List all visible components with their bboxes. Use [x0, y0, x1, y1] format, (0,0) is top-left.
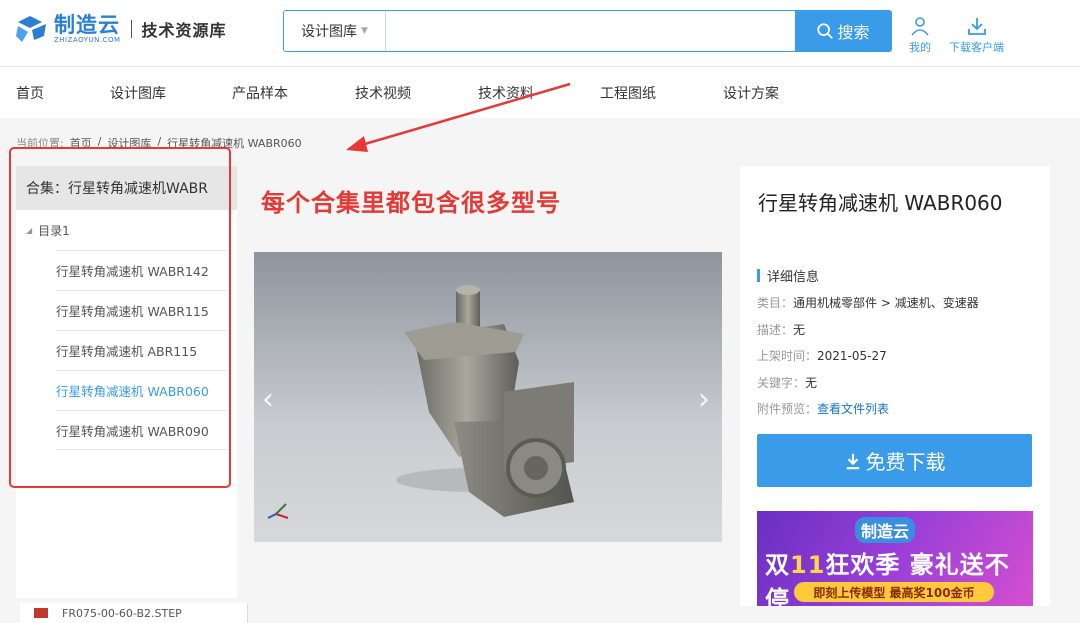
- section-bar: [757, 269, 760, 282]
- detail-section-label: 详细信息: [767, 270, 820, 285]
- download-icon: [967, 18, 986, 35]
- search-bar: 设计图库 ▼ 搜索: [283, 10, 892, 52]
- file-icon: [34, 608, 48, 618]
- keyword-row: 关键字：无: [757, 374, 817, 391]
- site-header: 制造云 ZHIZAOYUN.COM 技术资源库 设计图库 ▼ 搜索 我的 下载客…: [0, 0, 1080, 66]
- nav-item-drawings[interactable]: 工程图纸: [600, 83, 656, 103]
- view-file-list-link[interactable]: 查看文件列表: [817, 402, 889, 416]
- search-category-label: 设计图库: [301, 24, 358, 40]
- description-row: 描述：无: [757, 321, 805, 338]
- search-button-label: 搜索: [837, 23, 870, 42]
- attachment-row: 附件预览：查看文件列表: [757, 400, 889, 417]
- annotation-highlight-box: [9, 147, 231, 488]
- file-list-item[interactable]: FR075-00-60-B2.STEP: [20, 603, 248, 623]
- annotation-arrow-icon: [346, 82, 571, 152]
- category-label: 类目：: [757, 296, 794, 310]
- site-logo[interactable]: 制造云 ZHIZAOYUN.COM 技术资源库: [14, 12, 227, 46]
- date-value: 2021-05-27: [817, 349, 887, 363]
- logo-domain: ZHIZAOYUN.COM: [54, 35, 121, 44]
- product-title: 行星转角减速机 WABR060: [758, 191, 1003, 215]
- gearbox-model-image: [267, 285, 574, 519]
- date-label: 上架时间：: [757, 349, 818, 363]
- annotation-text: 每个合集里都包含很多型号: [261, 189, 561, 217]
- nav-item-product-samples[interactable]: 产品样本: [232, 83, 288, 103]
- promo-logo: 制造云: [855, 517, 916, 543]
- preview-prev-arrow-icon[interactable]: ‹: [262, 382, 274, 417]
- search-category-select[interactable]: 设计图库 ▼: [284, 11, 386, 51]
- file-name: FR075-00-60-B2.STEP: [62, 606, 182, 620]
- download-client-link[interactable]: 下载客户端: [949, 16, 1004, 55]
- my-account-link[interactable]: 我的: [909, 16, 931, 55]
- detail-section-header: 详细信息: [757, 266, 819, 285]
- search-button[interactable]: 搜索: [795, 11, 891, 51]
- logo-mark-icon: [14, 12, 50, 46]
- attachment-label: 附件预览：: [757, 402, 818, 416]
- download-arrow-icon: [846, 453, 859, 469]
- keyword-label: 关键字：: [757, 376, 806, 390]
- promo-subline: 即刻上传模型 最高奖100金币: [794, 582, 994, 602]
- free-download-label: 免费下载: [865, 450, 946, 474]
- description-value: 无: [793, 323, 806, 337]
- promo-headline-highlight: 11: [790, 551, 826, 579]
- free-download-button[interactable]: 免费下载: [757, 434, 1032, 487]
- logo-divider: [130, 20, 132, 38]
- description-label: 描述：: [757, 323, 794, 337]
- category-value: 通用机械零部件 > 减速机、变速器: [793, 296, 979, 310]
- promo-headline-a: 双: [765, 551, 790, 579]
- my-account-label: 我的: [909, 41, 931, 54]
- date-row: 上架时间：2021-05-27: [757, 347, 887, 364]
- logo-name: 制造云: [54, 12, 120, 37]
- promo-banner[interactable]: 制造云 双11狂欢季 豪礼送不停 即刻上传模型 最高奖100金币: [757, 511, 1033, 606]
- detail-panel: 行星转角减速机 WABR060 详细信息 类目：通用机械零部件 > 减速机、变速…: [740, 166, 1050, 606]
- model-preview[interactable]: ‹ ›: [254, 252, 722, 542]
- preview-next-arrow-icon[interactable]: ›: [698, 382, 710, 417]
- logo-subtitle: 技术资源库: [141, 21, 227, 40]
- search-input[interactable]: [386, 11, 795, 51]
- search-icon: [817, 23, 834, 39]
- caret-down-icon: ▼: [361, 26, 368, 36]
- download-client-label: 下载客户端: [949, 41, 1004, 54]
- nav-item-home[interactable]: 首页: [16, 83, 44, 103]
- nav-item-design-plans[interactable]: 设计方案: [723, 83, 779, 103]
- user-icon: [911, 17, 929, 36]
- keyword-value: 无: [805, 376, 818, 390]
- nav-item-design-library[interactable]: 设计图库: [110, 83, 166, 103]
- category-row: 类目：通用机械零部件 > 减速机、变速器: [757, 294, 979, 311]
